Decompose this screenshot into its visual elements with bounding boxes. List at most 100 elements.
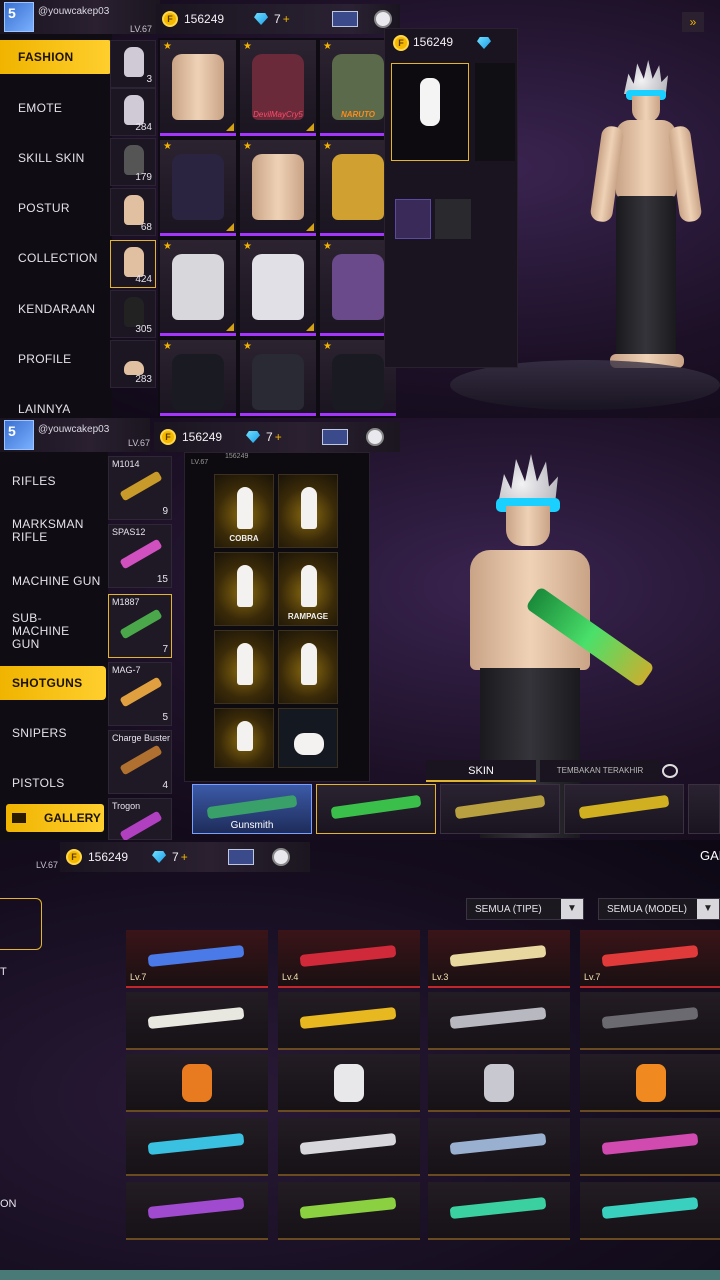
emote-card[interactable] <box>278 708 338 768</box>
add-diamond-button[interactable]: + <box>283 12 290 26</box>
coin-icon: F <box>162 11 178 27</box>
emote-card[interactable] <box>278 630 338 704</box>
item-icon <box>334 1064 364 1102</box>
emote-card[interactable] <box>214 708 274 768</box>
weapon-icon <box>147 945 245 967</box>
side-selected-tab[interactable] <box>0 898 42 950</box>
sidebar-item-skill-skin[interactable]: SKILL SKIN <box>0 141 112 175</box>
category-thumb[interactable]: 179 <box>110 138 156 186</box>
diamond-count: 7 <box>172 850 179 864</box>
gallery-item-card[interactable] <box>428 992 570 1050</box>
add-diamond-button[interactable]: + <box>181 850 188 864</box>
settings-icon[interactable] <box>271 848 290 866</box>
emote-card[interactable] <box>214 552 274 626</box>
weapon-card-spas12[interactable]: SPAS12 15 <box>108 524 172 588</box>
category-thumb[interactable]: 284 <box>110 88 156 136</box>
sidebar-item-sub-machine-gun[interactable]: SUB-MACHINE GUN <box>0 611 96 650</box>
gallery-button[interactable]: GALLERY <box>6 804 104 832</box>
category-thumb[interactable]: 68 <box>110 188 156 236</box>
weapon-card-m1014[interactable]: M1014 9 <box>108 456 172 520</box>
sidebar-item-emote[interactable]: EMOTE <box>0 91 112 125</box>
skin-card[interactable] <box>564 784 684 834</box>
item-card[interactable]: ★ <box>160 340 236 416</box>
sidebar-item-postur[interactable]: POSTUR <box>0 191 112 225</box>
emote-card[interactable] <box>278 474 338 548</box>
sidebar-item-shotguns[interactable]: SHOTGUNS <box>0 666 106 700</box>
gallery-item-card[interactable] <box>580 1118 720 1176</box>
sidebar-item-collection[interactable]: COLLECTION <box>0 241 112 275</box>
gallery-item-card[interactable]: Lv.3 <box>428 930 570 988</box>
character-pants <box>616 196 676 356</box>
gallery-item-card[interactable] <box>428 1182 570 1240</box>
gallery-item-card[interactable] <box>278 1182 420 1240</box>
gallery-item-card[interactable] <box>126 1054 268 1112</box>
gallery-item-card[interactable] <box>580 1054 720 1112</box>
gallery-item-card[interactable]: Lv.7 <box>580 930 720 988</box>
filter-type-dropdown[interactable]: SEMUA (TIPE) ▼ <box>466 898 584 920</box>
chevron-down-icon: ▼ <box>561 899 583 919</box>
category-thumb[interactable]: 3 <box>110 40 156 88</box>
sidebar-item-pistols[interactable]: PISTOLS <box>0 766 112 800</box>
gallery-item-card[interactable] <box>278 1054 420 1112</box>
character-preview[interactable] <box>580 60 710 390</box>
sidebar-item-profile[interactable]: PROFILE <box>0 342 112 376</box>
gallery-item-card[interactable] <box>278 1118 420 1176</box>
tab-skin[interactable]: SKIN <box>426 760 536 782</box>
item-card[interactable]: ★ <box>240 240 316 336</box>
avatar[interactable]: 5 <box>4 2 34 32</box>
sidebar-item-snipers[interactable]: SNIPERS <box>0 716 112 750</box>
weapon-card-charge-buster[interactable]: Charge Buster 4 <box>108 730 172 794</box>
item-card[interactable]: ★ <box>240 140 316 236</box>
sidebar-item-rifles[interactable]: RIFLES <box>0 464 112 498</box>
sidebar-item-lainnya[interactable]: LAINNYA <box>0 392 112 418</box>
diamond-icon <box>152 851 167 863</box>
emote-preview[interactable] <box>391 63 469 161</box>
add-diamond-button[interactable]: + <box>275 430 282 444</box>
weapon-card-mag7[interactable]: MAG-7 5 <box>108 662 172 726</box>
skin-card[interactable]: Gunsmith <box>192 784 312 834</box>
item-card[interactable]: ★ DevilMayCry5 <box>240 40 316 136</box>
gallery-item-card[interactable] <box>428 1118 570 1176</box>
category-thumb[interactable]: 283 <box>110 340 156 388</box>
item-card[interactable]: ★ <box>240 340 316 416</box>
item-card[interactable]: ★ <box>160 40 236 136</box>
tab-recent-shots[interactable]: TEMBAKAN TERAKHIR <box>540 760 660 782</box>
emote-card[interactable] <box>214 630 274 704</box>
weapon-card-m1887[interactable]: M1887 7 <box>108 594 172 658</box>
gallery-item-card[interactable]: Lv.4 <box>278 930 420 988</box>
level-badge: Lv.3 <box>432 972 449 982</box>
star-icon: ★ <box>163 241 172 252</box>
settings-icon[interactable] <box>365 428 384 446</box>
gallery-item-card[interactable] <box>126 1182 268 1240</box>
gallery-item-card[interactable] <box>126 1118 268 1176</box>
skin-card[interactable] <box>316 784 436 834</box>
diamond-icon <box>477 37 491 49</box>
gallery-item-card[interactable]: Lv.7 <box>126 930 268 988</box>
skin-card[interactable] <box>688 784 720 834</box>
search-icon[interactable] <box>662 764 678 778</box>
gallery-item-card[interactable] <box>580 992 720 1050</box>
mail-icon[interactable] <box>227 849 254 865</box>
item-card[interactable]: ★ <box>160 140 236 236</box>
gallery-item-card[interactable] <box>580 1182 720 1240</box>
sidebar-item-machine-gun[interactable]: MACHINE GUN <box>0 564 112 598</box>
avatar[interactable]: 5 <box>4 420 34 450</box>
item-card[interactable]: ★ <box>160 240 236 336</box>
gallery-item-card[interactable] <box>278 992 420 1050</box>
sidebar-item-marksman-rifle[interactable]: MARKSMAN RIFLE <box>0 514 96 548</box>
settings-icon[interactable] <box>373 10 392 28</box>
mail-icon[interactable] <box>321 429 348 445</box>
weapon-card-trogon[interactable]: Trogon <box>108 798 172 840</box>
category-thumb[interactable]: 305 <box>110 290 156 338</box>
sidebar-item-kendaraan[interactable]: KENDARAAN <box>0 292 112 326</box>
mail-icon[interactable] <box>331 11 358 27</box>
filter-model-dropdown[interactable]: SEMUA (MODEL) ▼ <box>598 898 720 920</box>
emote-card[interactable]: COBRA <box>214 474 274 548</box>
skin-card[interactable] <box>440 784 560 834</box>
expand-icon[interactable]: » <box>682 12 704 32</box>
category-thumb[interactable]: 424 <box>110 240 156 288</box>
gallery-item-card[interactable] <box>428 1054 570 1112</box>
gallery-item-card[interactable] <box>126 992 268 1050</box>
emote-card[interactable]: RAMPAGE <box>278 552 338 626</box>
sidebar-item-fashion[interactable]: FASHION <box>0 40 112 74</box>
